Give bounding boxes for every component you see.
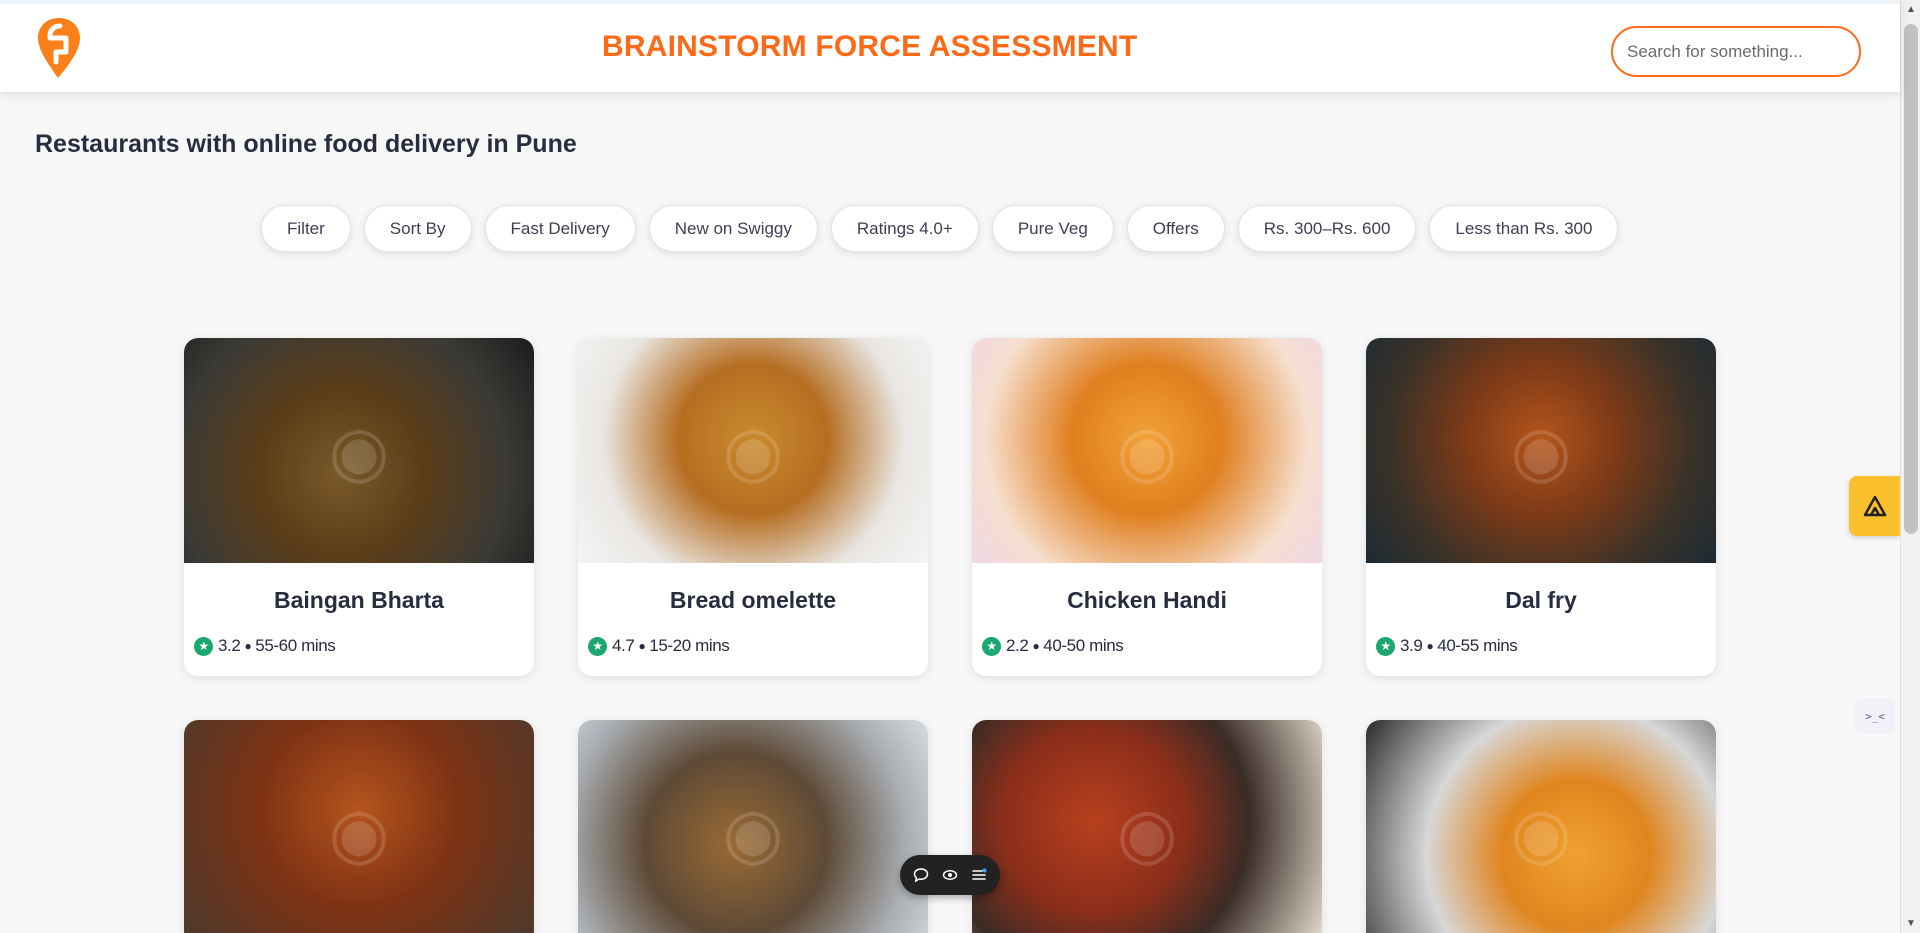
star-icon: ★ bbox=[1376, 636, 1395, 656]
filter-chip-price-300-600[interactable]: Rs. 300–Rs. 600 bbox=[1237, 205, 1417, 252]
page-title: Restaurants with online food delivery in… bbox=[35, 130, 577, 158]
food-image: ◉ bbox=[1366, 338, 1716, 563]
separator-dot: ● bbox=[638, 639, 646, 653]
restaurant-name: Baingan Bharta bbox=[274, 587, 444, 613]
comment-icon[interactable] bbox=[913, 867, 929, 883]
extension-widget-button[interactable] bbox=[1849, 476, 1900, 536]
separator-dot: ● bbox=[1426, 639, 1434, 653]
food-image: ◉ bbox=[972, 720, 1322, 933]
restaurant-card[interactable]: ◉ Baingan Bharta ★ 3.2 ● 55-60 mins bbox=[184, 338, 534, 676]
restaurant-card[interactable]: ◉ bbox=[184, 720, 534, 933]
scroll-down-icon[interactable]: ▼ bbox=[1906, 918, 1916, 929]
site-title: BRAINSTORM FORCE ASSESSMENT bbox=[602, 30, 1138, 63]
restaurant-card[interactable]: ◉ Chicken Handi ★ 2.2 ● 40-50 mins bbox=[972, 338, 1322, 676]
restaurant-meta: ★ 4.7 ● 15-20 mins bbox=[588, 636, 928, 656]
rating-value: 4.7 bbox=[612, 636, 635, 655]
star-icon: ★ bbox=[588, 636, 607, 656]
separator-dot: ● bbox=[1032, 639, 1040, 653]
restaurant-name: Dal fry bbox=[1505, 587, 1577, 613]
food-image: ◉ bbox=[184, 720, 534, 933]
food-image: ◉ bbox=[1366, 720, 1716, 933]
filter-chip-new-on-swiggy[interactable]: New on Swiggy bbox=[648, 205, 818, 252]
restaurant-meta: ★ 2.2 ● 40-50 mins bbox=[982, 636, 1322, 656]
restaurant-card[interactable]: ◉ Bread omelette ★ 4.7 ● 15-20 mins bbox=[578, 338, 928, 676]
filter-chip-pure-veg[interactable]: Pure Veg bbox=[991, 205, 1114, 252]
extension-widget-icon bbox=[1863, 495, 1886, 517]
restaurant-name: Bread omelette bbox=[669, 587, 837, 613]
restaurant-card[interactable]: ◉ bbox=[578, 720, 928, 933]
restaurant-grid: ◉ Baingan Bharta ★ 3.2 ● 55-60 mins ◉ Br… bbox=[184, 338, 1716, 933]
food-image: ◉ bbox=[184, 338, 534, 563]
filter-chip-fast-delivery[interactable]: Fast Delivery bbox=[484, 205, 636, 252]
filter-chip-filter[interactable]: Filter bbox=[261, 205, 351, 252]
rating-value: 3.2 bbox=[218, 636, 241, 655]
restaurant-card[interactable]: ◉ Dal fry ★ 3.9 ● 40-55 mins bbox=[1366, 338, 1716, 676]
rating-value: 2.2 bbox=[1006, 636, 1029, 655]
filter-bar: Filter Sort By Fast Delivery New on Swig… bbox=[261, 205, 1619, 252]
restaurant-name: Chicken Handi bbox=[1067, 587, 1227, 613]
restaurant-meta: ★ 3.9 ● 40-55 mins bbox=[1376, 636, 1716, 656]
scrollbar-thumb[interactable] bbox=[1904, 24, 1918, 534]
floating-toolbar bbox=[900, 855, 1000, 895]
delivery-time: 55-60 mins bbox=[255, 636, 336, 655]
menu-icon[interactable] bbox=[971, 867, 987, 883]
filter-chip-sort-by[interactable]: Sort By bbox=[363, 205, 472, 252]
food-image: ◉ bbox=[972, 338, 1322, 563]
delivery-time: 40-55 mins bbox=[1437, 636, 1518, 655]
filter-chip-price-under-300[interactable]: Less than Rs. 300 bbox=[1429, 205, 1619, 252]
star-icon: ★ bbox=[194, 636, 213, 656]
delivery-time: 15-20 mins bbox=[649, 636, 730, 655]
scroll-up-icon[interactable]: ▲ bbox=[1906, 4, 1916, 15]
devtools-mini-icon[interactable]: >_< bbox=[1855, 698, 1895, 734]
food-image: ◉ bbox=[578, 720, 928, 933]
swiggy-logo-icon[interactable] bbox=[36, 16, 82, 80]
delivery-time: 40-50 mins bbox=[1043, 636, 1124, 655]
star-icon: ★ bbox=[982, 636, 1001, 656]
rating-value: 3.9 bbox=[1400, 636, 1423, 655]
filter-chip-ratings[interactable]: Ratings 4.0+ bbox=[830, 205, 979, 252]
filter-chip-offers[interactable]: Offers bbox=[1126, 205, 1225, 252]
restaurant-meta: ★ 3.2 ● 55-60 mins bbox=[194, 636, 534, 656]
scrollbar[interactable]: ▲ ▼ bbox=[1900, 0, 1920, 933]
eye-icon[interactable] bbox=[942, 867, 958, 883]
search-input[interactable] bbox=[1611, 26, 1861, 77]
restaurant-card[interactable]: ◉ bbox=[972, 720, 1322, 933]
food-image: ◉ bbox=[578, 338, 928, 563]
separator-dot: ● bbox=[244, 639, 252, 653]
restaurant-card[interactable]: ◉ bbox=[1366, 720, 1716, 933]
site-header: BRAINSTORM FORCE ASSESSMENT bbox=[0, 0, 1900, 92]
